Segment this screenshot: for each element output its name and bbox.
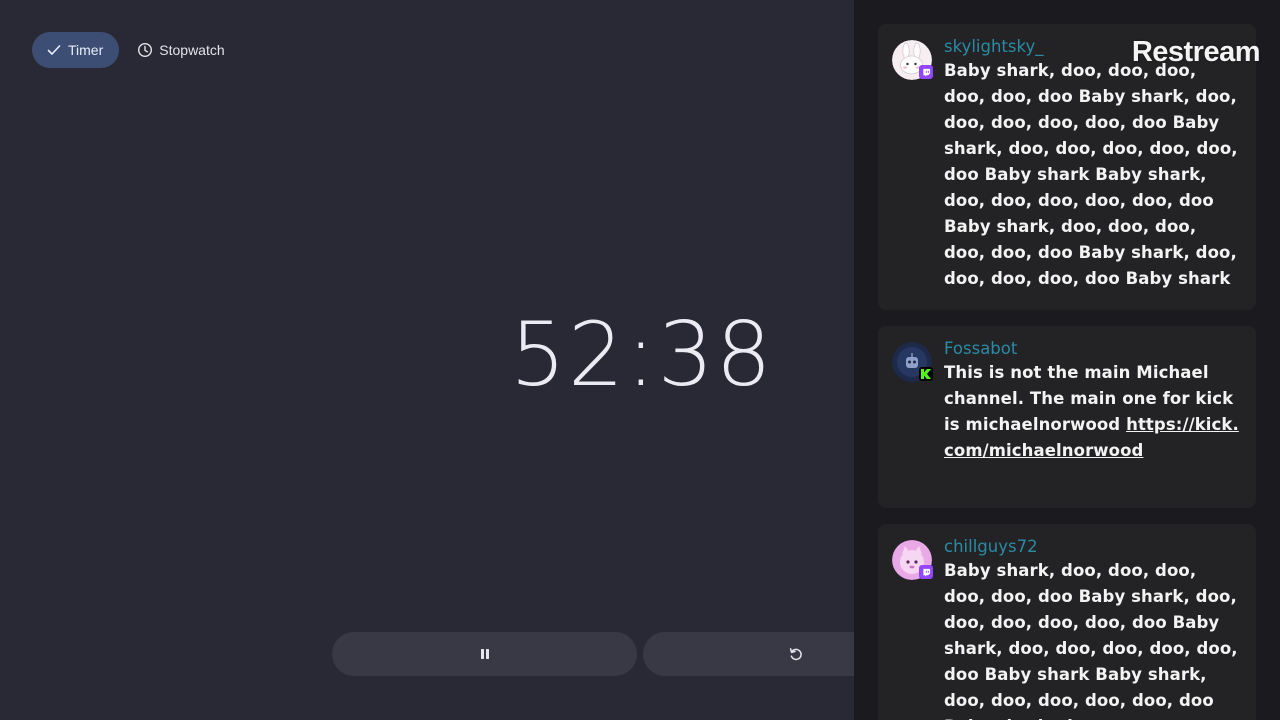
twitch-icon [919, 565, 933, 579]
chat-username: Fossabot [944, 339, 1018, 358]
check-icon [47, 45, 61, 55]
clock-icon [138, 42, 153, 58]
pause-button[interactable] [332, 632, 637, 676]
reset-icon [789, 648, 802, 661]
tab-stopwatch[interactable]: Stopwatch [123, 32, 240, 68]
kick-icon [919, 367, 933, 381]
tab-stopwatch-label: Stopwatch [159, 42, 225, 58]
chat-message: chillguys72 Baby shark, doo, doo, doo, d… [878, 524, 1256, 720]
chat-message: Fossabot This is not the main Michael ch… [878, 326, 1256, 508]
chat-text: Baby shark, doo, doo, doo, doo, doo, doo… [944, 61, 1238, 288]
tab-timer-label: Timer [68, 42, 104, 58]
chat-text: Baby shark, doo, doo, doo, doo, doo, doo… [944, 561, 1238, 720]
chat-text: This is not the main Michael channel. Th… [944, 360, 1240, 464]
chat-overlay: Restream skylightsky_ Baby shark, doo, d… [854, 0, 1280, 720]
avatar [892, 40, 933, 80]
avatar [892, 540, 933, 580]
app-root: Timer Stopwatch 52:38 Restream skylights… [0, 0, 1280, 720]
timer-display: 52:38 [510, 303, 774, 406]
tab-timer[interactable]: Timer [32, 32, 120, 68]
pause-icon [480, 649, 489, 659]
chat-username: chillguys72 [944, 537, 1038, 556]
twitch-icon [919, 65, 933, 79]
mode-tabs: Timer Stopwatch [32, 32, 241, 68]
avatar [892, 342, 933, 382]
restream-logo: Restream [1131, 36, 1261, 68]
